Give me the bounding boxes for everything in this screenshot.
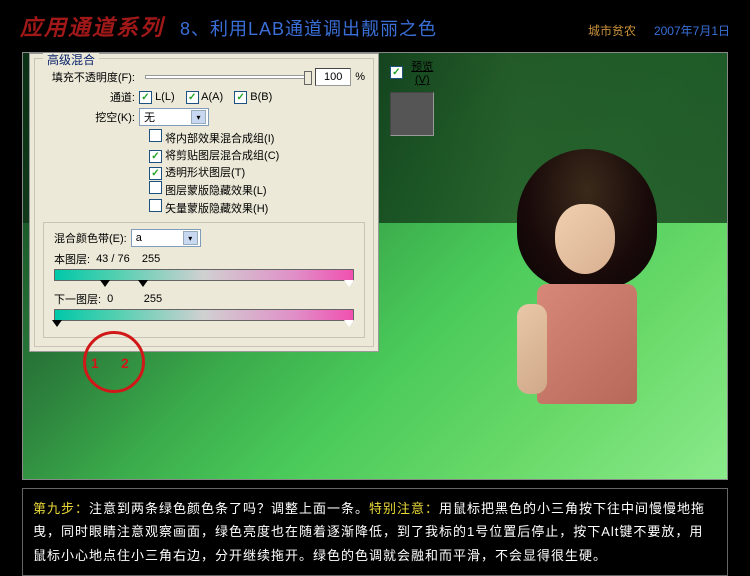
- this-layer-gradient[interactable]: [54, 269, 354, 281]
- this-layer-values: 43 / 76 255: [96, 253, 160, 265]
- step-label: 第九步：: [33, 501, 89, 516]
- blending-options-dialog: ✓预览(V) 高级混合 填充不透明度(F): 100 % 通道: ✓ L(L) …: [29, 53, 379, 352]
- preview-swatch: [390, 92, 434, 136]
- opt-vector-mask-hides[interactable]: 矢量蒙版隐藏效果(H): [149, 199, 268, 216]
- opt-clipped-layers[interactable]: ✓ 将剪贴图层混合成组(C): [149, 147, 279, 163]
- channel-l-checkbox[interactable]: ✓ L(L): [139, 91, 175, 104]
- white-slider[interactable]: [344, 280, 354, 287]
- opt-layer-mask-hides[interactable]: 图层蒙版隐藏效果(L): [149, 181, 267, 198]
- black-slider-left[interactable]: [100, 280, 110, 287]
- date-label: 2007年7月1日: [654, 22, 730, 39]
- instruction-text-1: 注意到两条绿色颜色条了吗？调整上面一条。: [89, 501, 369, 516]
- blend-if-label: 混合颜色带(E):: [54, 230, 127, 246]
- under-layer-gradient[interactable]: [54, 309, 354, 321]
- advanced-blending-group: 高级混合 填充不透明度(F): 100 % 通道: ✓ L(L) ✓ A(A) …: [34, 58, 374, 347]
- header-meta: 城市贫农 2007年7月1日: [588, 22, 730, 39]
- white-slider-under[interactable]: [344, 320, 354, 327]
- screenshot-area: ✓预览(V) 高级混合 填充不透明度(F): 100 % 通道: ✓ L(L) …: [22, 52, 728, 480]
- photo-subject: [467, 149, 687, 409]
- lesson-title: 8、利用LAB通道调出靓丽之色: [180, 15, 437, 41]
- percent-label: %: [355, 71, 365, 83]
- fill-opacity-label: 填充不透明度(F):: [43, 69, 135, 85]
- group-title: 高级混合: [43, 52, 99, 68]
- this-layer-label: 本图层:: [54, 251, 90, 267]
- channels-label: 通道:: [43, 89, 135, 105]
- series-title: 应用通道系列: [20, 10, 164, 42]
- channel-b-checkbox[interactable]: ✓ B(B): [234, 91, 272, 104]
- opt-transparency-shapes[interactable]: ✓ 透明形状图层(T): [149, 164, 245, 180]
- channel-a-checkbox[interactable]: ✓ A(A): [186, 91, 223, 104]
- knockout-select[interactable]: 无▾: [139, 108, 209, 126]
- fill-opacity-slider[interactable]: [145, 75, 305, 79]
- blend-if-select[interactable]: a▾: [131, 229, 201, 247]
- chevron-down-icon: ▾: [191, 110, 206, 124]
- chevron-down-icon: ▾: [183, 231, 198, 245]
- preview-checkbox[interactable]: ✓预览(V): [390, 58, 440, 86]
- author-label: 城市贫农: [588, 22, 636, 39]
- warning-label: 特别注意：: [369, 501, 439, 516]
- black-slider-right[interactable]: [138, 280, 148, 287]
- under-layer-label: 下一图层:: [54, 291, 101, 307]
- opt-interior-effects[interactable]: 将内部效果混合成组(I): [149, 129, 274, 146]
- blend-if-group: 混合颜色带(E): a▾ 本图层: 43 / 76 255: [43, 222, 365, 338]
- black-slider-under[interactable]: [52, 320, 62, 327]
- under-layer-values: 0 255: [107, 293, 162, 305]
- knockout-label: 挖空(K):: [43, 109, 135, 125]
- annotation-marker-2: 2: [121, 355, 129, 371]
- fill-opacity-input[interactable]: 100: [315, 68, 351, 86]
- annotation-marker-1: 1: [91, 355, 99, 371]
- page-header: 应用通道系列 8、利用LAB通道调出靓丽之色 城市贫农 2007年7月1日: [0, 0, 750, 48]
